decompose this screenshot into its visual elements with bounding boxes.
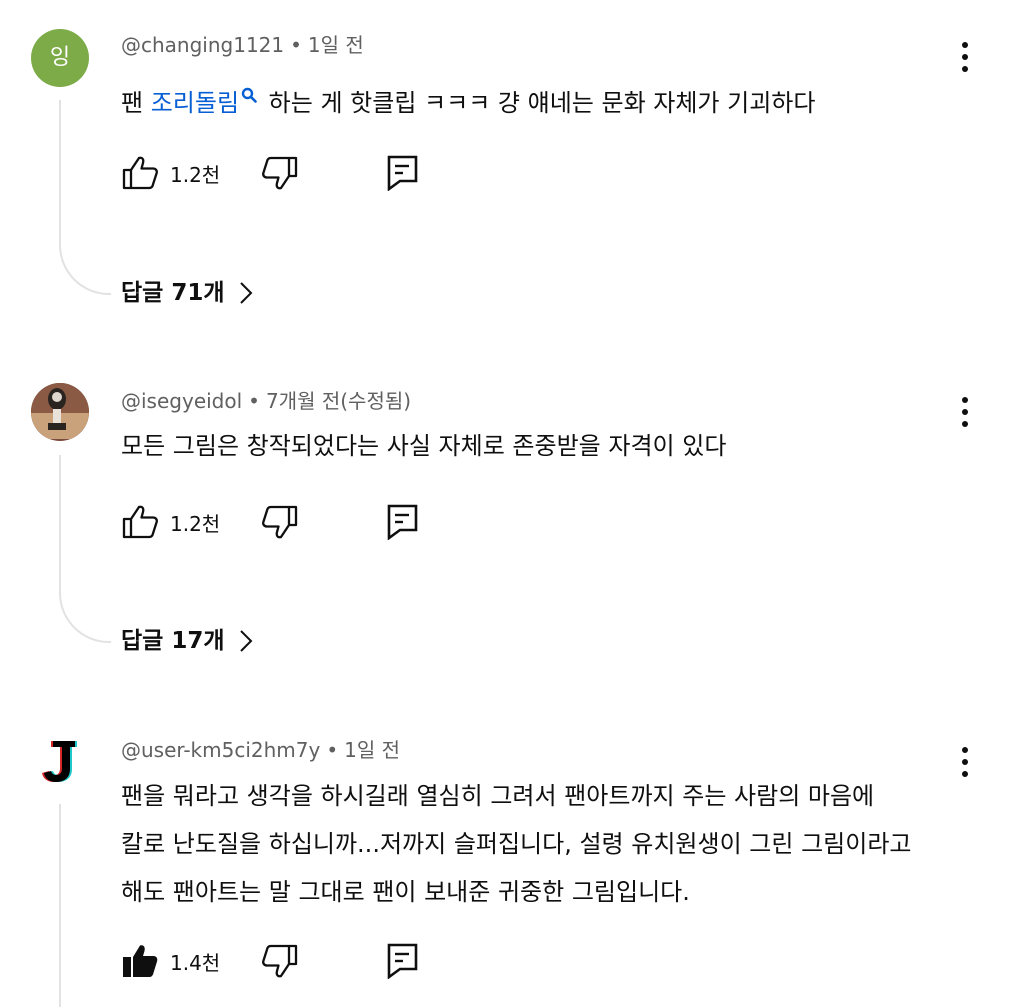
thumbs-up-filled-icon [121, 943, 159, 983]
comment-text-line: 팬을 뭐라고 생각을 하시길래 열심히 그려서 팬아트까지 주는 사람의 마음에 [121, 782, 875, 810]
avatar-letter-j [31, 733, 89, 791]
thumbs-down-icon [261, 943, 299, 983]
reply-button[interactable] [387, 943, 421, 983]
dislike-button[interactable] [261, 943, 301, 983]
more-options-button[interactable] [951, 744, 979, 780]
kebab-dot [962, 771, 968, 777]
comment-actions: 1.4천 [121, 943, 441, 983]
thread-line [59, 804, 61, 1007]
comment-text-line: 칼로 난도질을 하십니까...저까지 슬퍼집니다, 설령 유치원생이 그린 그림… [121, 830, 912, 858]
comment-text: 팬을 뭐라고 생각을 하시길래 열심히 그려서 팬아트까지 주는 사람의 마음에… [121, 772, 911, 916]
meta-separator: • [326, 738, 339, 762]
like-button[interactable] [121, 943, 161, 983]
comment-item: @user-km5ci2hm7y • 1일 전 팬을 뭐라고 생각을 하시길래 열심… [0, 0, 1024, 1007]
comment-text-line: 해도 팬아트는 말 그대로 팬이 보내준 귀중한 그림입니다. [121, 878, 690, 906]
comment-author[interactable]: @user-km5ci2hm7y [121, 738, 320, 762]
kebab-dot [962, 759, 968, 765]
like-count: 1.4천 [170, 951, 221, 975]
comment-meta: @user-km5ci2hm7y • 1일 전 [121, 737, 400, 763]
avatar[interactable] [31, 733, 89, 791]
kebab-dot [962, 747, 968, 753]
comment-time[interactable]: 1일 전 [344, 738, 400, 762]
reply-icon [387, 943, 419, 983]
